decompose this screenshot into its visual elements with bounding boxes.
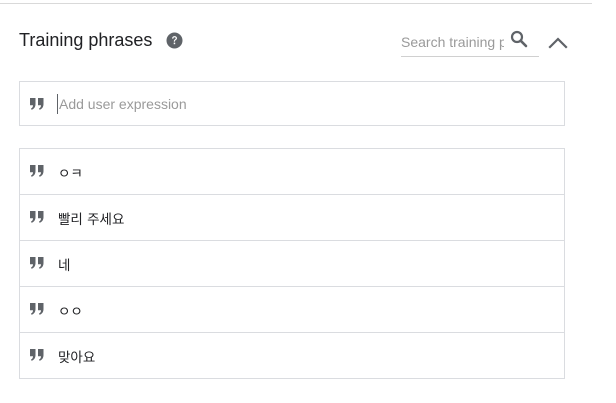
training-phrase-text[interactable]: 네 bbox=[58, 254, 70, 274]
search-field[interactable] bbox=[401, 30, 539, 57]
add-user-expression-box[interactable] bbox=[19, 81, 565, 126]
training-phrase-list: ㅇㅋ 빨리 주세요 네 ㅇㅇ 맞아요 bbox=[19, 148, 565, 379]
training-phrase-text[interactable]: ㅇㅇ bbox=[58, 300, 83, 320]
training-phrase-text[interactable]: ㅇㅋ bbox=[58, 162, 83, 182]
quote-icon bbox=[30, 257, 44, 269]
training-phrase-row[interactable]: ㅇㅇ bbox=[20, 287, 564, 333]
training-phrase-text[interactable]: 빨리 주세요 bbox=[58, 208, 124, 228]
training-phrase-text[interactable]: 맞아요 bbox=[58, 346, 95, 366]
training-phrase-row[interactable]: 네 bbox=[20, 241, 564, 287]
quote-icon bbox=[30, 349, 44, 361]
training-phrase-row[interactable]: 맞아요 bbox=[20, 333, 564, 379]
chevron-up-icon[interactable] bbox=[547, 34, 569, 50]
training-phrase-row[interactable]: ㅇㅋ bbox=[20, 149, 564, 195]
add-user-expression-input[interactable] bbox=[57, 94, 549, 114]
search-icon[interactable] bbox=[510, 30, 528, 48]
training-phrase-row[interactable]: 빨리 주세요 bbox=[20, 195, 564, 241]
help-circle-icon[interactable] bbox=[166, 32, 183, 49]
quote-icon bbox=[30, 211, 44, 223]
search-input[interactable] bbox=[401, 32, 504, 52]
training-phrases-header: Training phrases bbox=[19, 28, 571, 57]
quote-icon bbox=[30, 303, 44, 315]
section-title: Training phrases bbox=[19, 30, 153, 50]
top-divider bbox=[0, 3, 592, 4]
quote-icon bbox=[30, 165, 44, 177]
quote-icon bbox=[30, 98, 44, 110]
